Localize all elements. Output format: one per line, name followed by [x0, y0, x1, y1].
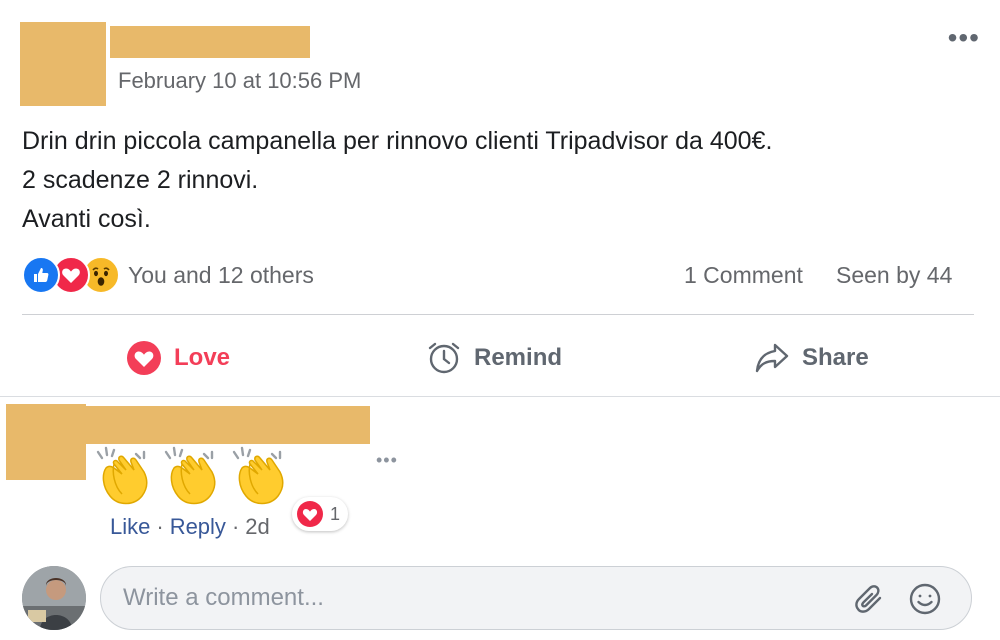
divider — [22, 314, 974, 315]
author-avatar-redacted[interactable] — [20, 22, 106, 106]
heart-icon — [126, 340, 162, 376]
comment-count[interactable]: 1 Comment — [684, 262, 803, 289]
commenter-name-redacted[interactable] — [86, 406, 370, 444]
reactions-summary[interactable]: You and 12 others — [22, 256, 314, 294]
author-name-redacted[interactable] — [110, 26, 310, 58]
clapping-hands-icon — [228, 446, 292, 513]
love-button[interactable]: Love — [126, 330, 230, 386]
love-icon — [296, 500, 324, 528]
remind-button[interactable]: Remind — [426, 330, 562, 386]
post-options-button[interactable]: ••• — [948, 24, 980, 52]
love-label: Love — [174, 344, 231, 371]
comment-emoji — [92, 446, 296, 513]
post-line: Drin drin piccola campanella per rinnovo… — [22, 127, 773, 155]
comment-reply-button[interactable]: Reply — [170, 514, 226, 540]
post-line: 2 scadenze 2 rinnovi. — [22, 166, 259, 194]
share-label: Share — [802, 344, 869, 371]
paperclip-icon[interactable] — [853, 583, 887, 622]
like-icon — [22, 256, 60, 294]
post-line: Avanti così. — [22, 205, 151, 233]
comment-input[interactable] — [123, 567, 823, 629]
reactors-text[interactable]: You and 12 others — [128, 262, 314, 289]
comment-like-button[interactable]: Like — [110, 514, 150, 540]
comment-reaction-count: 1 — [330, 503, 341, 524]
seen-by-count[interactable]: Seen by 44 — [836, 262, 952, 289]
clapping-hands-icon — [92, 446, 156, 513]
emoji-icon[interactable] — [907, 581, 943, 622]
remind-label: Remind — [474, 344, 563, 371]
comment-actions: Like · Reply · 2d — [110, 514, 270, 540]
commenter-avatar-redacted[interactable] — [6, 404, 86, 480]
share-arrow-icon — [754, 341, 790, 375]
separator: · — [231, 514, 240, 539]
comment-composer[interactable] — [100, 566, 972, 630]
post-body: Drin drin piccola campanella per rinnovo… — [22, 122, 772, 239]
post-timestamp[interactable]: February 10 at 10:56 PM — [118, 68, 361, 94]
user-avatar[interactable] — [22, 566, 86, 630]
comment-options-button[interactable]: ••• — [376, 450, 398, 471]
separator: · — [156, 514, 164, 539]
comment-age[interactable]: 2d — [245, 514, 269, 540]
alarm-clock-icon — [426, 340, 462, 376]
section-divider — [0, 396, 1000, 397]
comment-reaction-badge[interactable]: 1 — [292, 497, 349, 531]
clapping-hands-icon — [160, 446, 224, 513]
share-button[interactable]: Share — [754, 330, 869, 386]
